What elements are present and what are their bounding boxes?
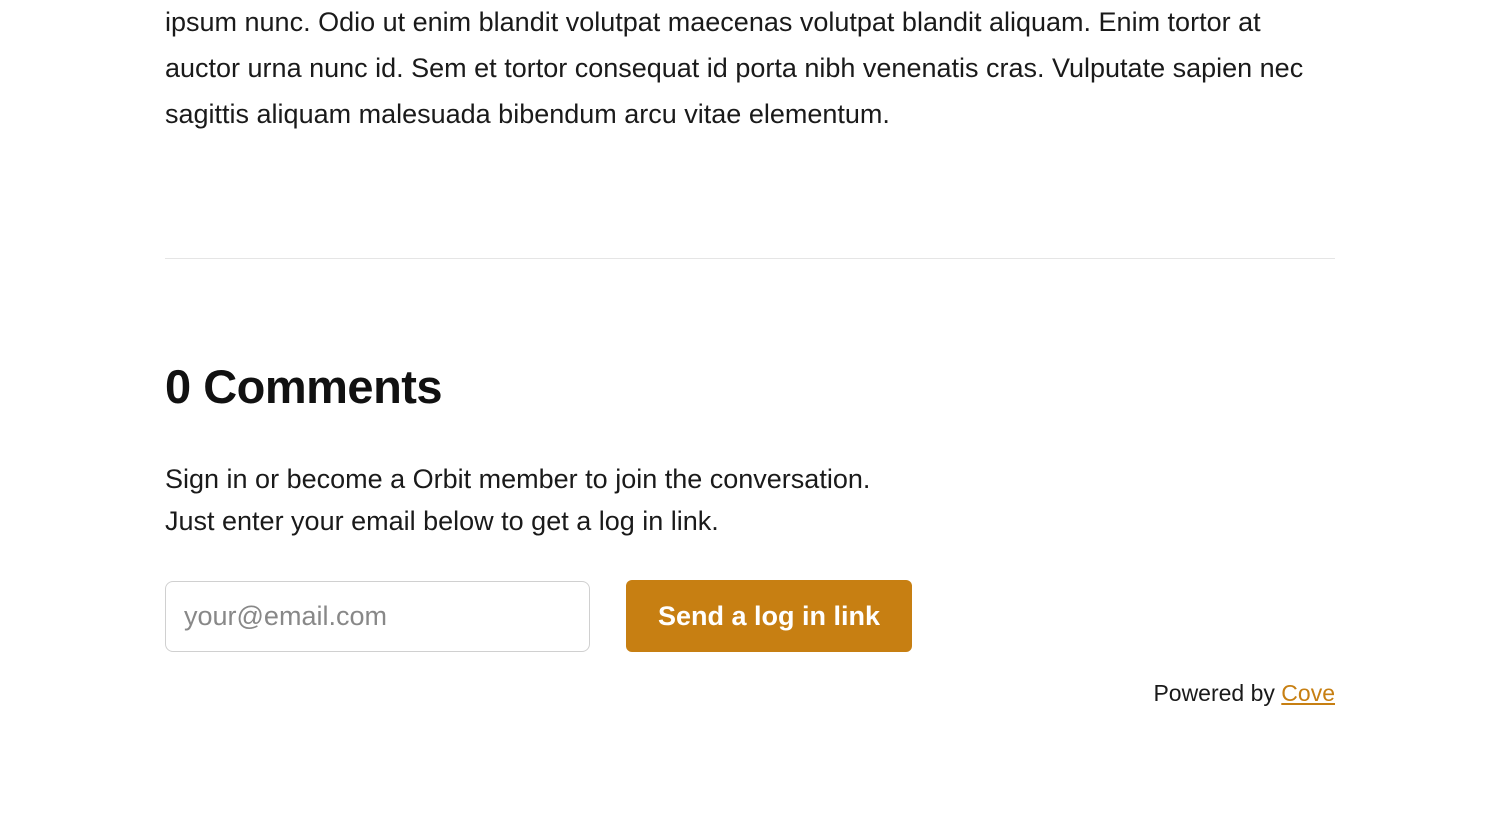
- section-divider: [165, 258, 1335, 259]
- article-body-fragment: ipsum nunc. Odio ut enim blandit volutpa…: [165, 0, 1335, 138]
- attribution-link[interactable]: Cove: [1281, 680, 1335, 706]
- signin-line-1: Sign in or become a Orbit member to join…: [165, 464, 870, 494]
- attribution: Powered by Cove: [165, 680, 1335, 707]
- comments-heading: 0 Comments: [165, 359, 1335, 414]
- signin-prompt: Sign in or become a Orbit member to join…: [165, 459, 1335, 543]
- signin-line-2: Just enter your email below to get a log…: [165, 506, 719, 536]
- attribution-prefix: Powered by: [1153, 680, 1281, 706]
- send-login-link-button[interactable]: Send a log in link: [626, 580, 912, 652]
- login-form-row: Send a log in link: [165, 580, 1335, 652]
- email-field[interactable]: [165, 581, 590, 652]
